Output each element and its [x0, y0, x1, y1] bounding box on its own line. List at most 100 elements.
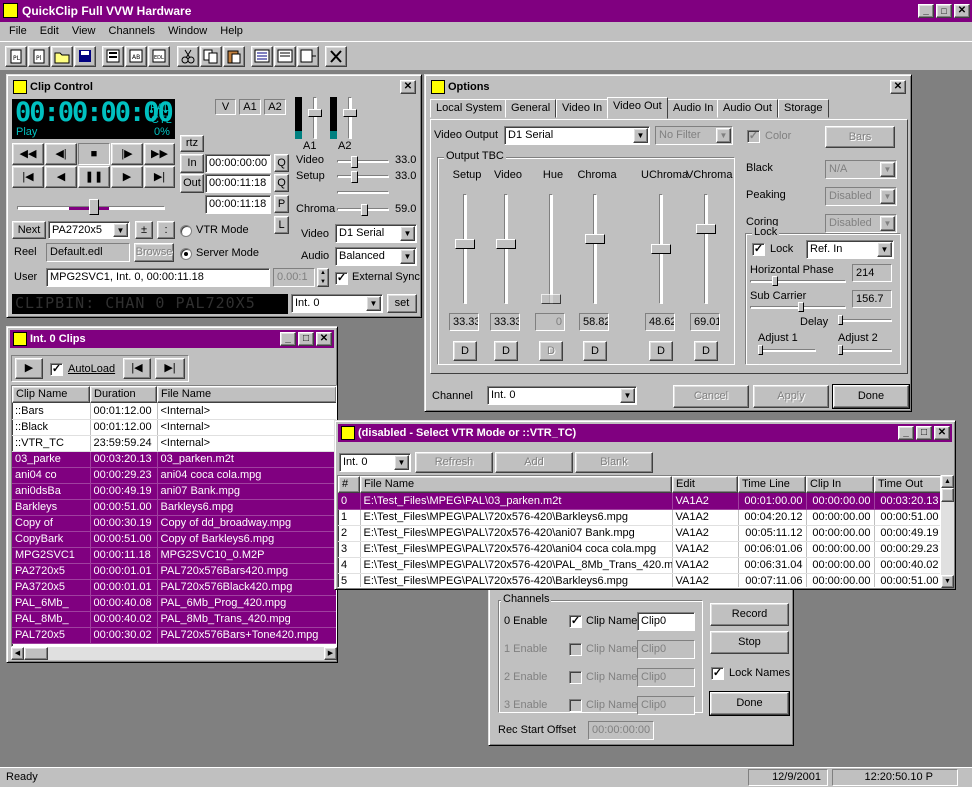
- col-clip-name[interactable]: Clip Name: [12, 386, 90, 403]
- audio-output-select[interactable]: Balanced ▼: [335, 247, 417, 266]
- lock-checkbox[interactable]: ✓: [752, 243, 765, 256]
- clip-row[interactable]: Barkleys 00:00:51.00 Barkleys6.mpg: [12, 499, 336, 516]
- setup-level-slider[interactable]: [337, 171, 389, 183]
- clip-control-close[interactable]: ✕: [400, 80, 416, 94]
- channel-select[interactable]: Int. 0 ▼: [487, 386, 637, 405]
- clip-name-field[interactable]: Clip0: [637, 668, 695, 687]
- tc-out-field[interactable]: 00:00:11:18: [205, 174, 271, 193]
- tab-audio-in[interactable]: Audio In: [667, 99, 720, 118]
- filelist-vscroll[interactable]: ▲ ▼: [941, 475, 954, 588]
- color-checkbox[interactable]: ✓: [747, 130, 760, 143]
- lock-reference-select[interactable]: Ref. In ▼: [806, 240, 894, 259]
- channel-enable-label[interactable]: 3 Enable: [504, 699, 547, 711]
- external-sync-checkbox[interactable]: ✓: [335, 272, 348, 285]
- clip-row[interactable]: CopyBark 00:00:51.00 Copy of Barkleys6.mpg: [12, 531, 336, 548]
- filelist-int-select[interactable]: Int. 0 ▼: [339, 453, 411, 472]
- tbc-slider-thumb[interactable]: [496, 239, 516, 249]
- tbc-slider-thumb[interactable]: [455, 239, 475, 249]
- col-filename[interactable]: File Name: [360, 476, 672, 493]
- clips-hscroll[interactable]: ◀ ▶: [11, 647, 337, 660]
- tbc-slider[interactable]: [585, 194, 605, 304]
- tbc-value-field[interactable]: 33.33: [490, 313, 520, 331]
- chevron-down-icon[interactable]: ▼: [880, 216, 895, 231]
- clip-row[interactable]: ani0dsBa 00:00:49.19 ani07 Bank.mpg: [12, 483, 336, 500]
- tbc-slider[interactable]: [541, 194, 561, 304]
- clip-next-button[interactable]: ▶|: [155, 358, 185, 379]
- clip-prev-button[interactable]: |◀: [123, 358, 151, 379]
- black-select[interactable]: N/A ▼: [825, 160, 897, 179]
- user-small-field[interactable]: 0.00:1: [273, 268, 315, 287]
- tc-duration-field[interactable]: 00:00:11:18: [205, 195, 271, 214]
- audio-fader-a2[interactable]: [343, 97, 357, 139]
- record-done-button[interactable]: Done: [709, 691, 790, 716]
- save-all-icon[interactable]: [102, 46, 124, 67]
- audio-fader-a1[interactable]: [308, 97, 322, 139]
- tab-audio-out[interactable]: Audio Out: [717, 99, 778, 118]
- col-clipin[interactable]: Clip In: [806, 476, 874, 493]
- clips-close[interactable]: ✕: [316, 332, 332, 346]
- browse-button[interactable]: Browse: [134, 243, 174, 262]
- next-button[interactable]: Next: [12, 221, 46, 239]
- save-alt-icon[interactable]: AB: [125, 46, 147, 67]
- server-mode-radio[interactable]: [180, 248, 192, 260]
- set-button[interactable]: set: [387, 294, 417, 313]
- clip-name-checkbox[interactable]: [569, 671, 582, 684]
- chevron-down-icon[interactable]: ▼: [716, 128, 731, 143]
- stop-record-button[interactable]: Stop: [710, 631, 789, 654]
- chevron-down-icon[interactable]: ▼: [633, 128, 648, 143]
- clip-row[interactable]: PA3720x5 00:00:01.01 PAL720x576Black420.mp…: [12, 579, 336, 596]
- clip-row[interactable]: ani04 co 00:00:29.23 ani04 coca cola.mpg: [12, 467, 336, 484]
- col-timeline[interactable]: Time Line: [738, 476, 806, 493]
- vtr-mode-label[interactable]: VTR Mode: [196, 224, 249, 236]
- scroll-thumb[interactable]: [941, 488, 954, 502]
- chevron-down-icon[interactable]: ▼: [400, 249, 415, 264]
- step-forward-button[interactable]: |▶: [111, 143, 143, 165]
- scroll-up-icon[interactable]: ▲: [941, 475, 954, 488]
- tbc-value-field[interactable]: 58.82: [579, 313, 609, 331]
- adjust2-slider[interactable]: [838, 345, 892, 355]
- chevron-down-icon[interactable]: ▼: [880, 162, 895, 177]
- tbc-slider-thumb[interactable]: [585, 234, 605, 244]
- tab-video-in[interactable]: Video In: [556, 99, 609, 118]
- scroll-right-icon[interactable]: ▶: [324, 647, 337, 660]
- clip-name-checkbox[interactable]: ✓: [569, 615, 582, 628]
- clip-row[interactable]: PA2720x5 00:00:01.01 PAL720x576Bars420.mpg: [12, 563, 336, 580]
- hue-slider[interactable]: [337, 187, 389, 199]
- clip-name-checkbox[interactable]: [569, 699, 582, 712]
- shuttle-slider[interactable]: [17, 199, 165, 217]
- filelist-titlebar[interactable]: (disabled - Select VTR Mode or ::VTR_TC)…: [338, 424, 952, 442]
- clip-row[interactable]: Copy of 00:00:30.19 Copy of dd_broadway.mp…: [12, 515, 336, 532]
- menu-window[interactable]: Window: [168, 25, 207, 37]
- clip-row[interactable]: 03_parke 00:03:20.13 03_parken.m2t: [12, 451, 336, 468]
- filter-select[interactable]: No Filter ▼: [655, 126, 733, 145]
- close-button[interactable]: ✕: [954, 4, 970, 18]
- chevron-down-icon[interactable]: ▼: [394, 455, 409, 470]
- refresh-button[interactable]: Refresh: [415, 452, 493, 473]
- channel-a1-toggle[interactable]: A1: [239, 99, 261, 115]
- paste-icon[interactable]: [223, 46, 245, 67]
- append-icon[interactable]: [297, 46, 319, 67]
- tbc-slider[interactable]: [496, 194, 516, 304]
- color-label[interactable]: Color: [765, 130, 791, 142]
- save-disk-icon[interactable]: [74, 46, 96, 67]
- video-output-select[interactable]: D1 Serial ▼: [335, 224, 417, 243]
- goto-start-button[interactable]: |◀: [12, 166, 44, 188]
- options-titlebar[interactable]: Options ✕: [428, 78, 908, 96]
- clip-name-label[interactable]: Clip Name: [586, 699, 637, 711]
- done-button[interactable]: Done: [832, 384, 910, 409]
- menu-help[interactable]: Help: [220, 25, 243, 37]
- filelist-close[interactable]: ✕: [934, 426, 950, 440]
- app-titlebar[interactable]: QuickClip Full VVW Hardware _ □ ✕: [0, 0, 972, 22]
- chevron-down-icon[interactable]: ▼: [366, 296, 381, 311]
- server-mode-label[interactable]: Server Mode: [196, 247, 259, 259]
- mark-out-button[interactable]: Out: [180, 174, 204, 193]
- colon-button[interactable]: :: [157, 221, 175, 239]
- file-row[interactable]: 0 E:\Test_Files\MPEG\PAL\03_parken.m2t VA1…: [338, 493, 940, 510]
- autoload-checkbox[interactable]: ✓: [50, 363, 63, 376]
- clip-name-label[interactable]: Clip Name: [586, 643, 637, 655]
- clip-name-label[interactable]: Clip Name: [586, 615, 637, 627]
- adjust1-slider[interactable]: [758, 345, 816, 355]
- play-reverse-button[interactable]: ◀: [45, 166, 77, 188]
- mark-in-button[interactable]: In: [180, 154, 204, 173]
- new-pl2-icon[interactable]: Pl: [28, 46, 50, 67]
